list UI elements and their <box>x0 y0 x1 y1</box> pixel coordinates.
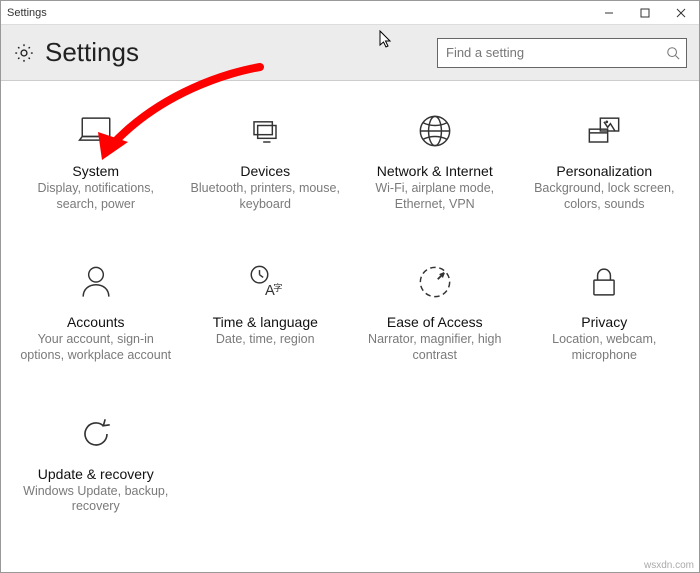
tile-title: Ease of Access <box>387 314 483 330</box>
window-title: Settings <box>7 7 47 19</box>
devices-icon <box>243 109 287 153</box>
tile-desc: Wi-Fi, airplane mode, Ethernet, VPN <box>358 181 512 212</box>
window-controls <box>591 1 699 24</box>
gear-icon <box>13 42 35 64</box>
search-icon <box>666 46 680 60</box>
person-icon <box>74 260 118 304</box>
tile-title: System <box>72 163 119 179</box>
tile-system[interactable]: System Display, notifications, search, p… <box>15 109 177 212</box>
laptop-icon <box>74 109 118 153</box>
tile-devices[interactable]: Devices Bluetooth, printers, mouse, keyb… <box>185 109 347 212</box>
time-language-icon: A 字 <box>243 260 287 304</box>
titlebar: Settings <box>1 1 699 25</box>
lock-icon <box>582 260 626 304</box>
tile-privacy[interactable]: Privacy Location, webcam, microphone <box>524 260 686 363</box>
tile-update-recovery[interactable]: Update & recovery Windows Update, backup… <box>15 412 177 515</box>
settings-window: Settings Settings <box>0 0 700 573</box>
tile-title: Update & recovery <box>38 466 154 482</box>
personalization-icon <box>582 109 626 153</box>
tile-personalization[interactable]: Personalization Background, lock screen,… <box>524 109 686 212</box>
update-icon <box>74 412 118 456</box>
tile-accounts[interactable]: Accounts Your account, sign-in options, … <box>15 260 177 363</box>
tile-title: Privacy <box>581 314 627 330</box>
globe-icon <box>413 109 457 153</box>
tile-desc: Background, lock screen, colors, sounds <box>528 181 682 212</box>
ease-of-access-icon <box>413 260 457 304</box>
content-area: System Display, notifications, search, p… <box>1 81 699 572</box>
page-title: Settings <box>45 37 139 68</box>
category-grid: System Display, notifications, search, p… <box>15 109 685 515</box>
tile-desc: Date, time, region <box>216 332 315 348</box>
search-input[interactable] <box>438 39 686 67</box>
search-input-wrapper[interactable] <box>437 38 687 68</box>
tile-title: Time & language <box>213 314 318 330</box>
tile-title: Network & Internet <box>377 163 493 179</box>
tile-desc: Narrator, magnifier, high contrast <box>358 332 512 363</box>
header-left: Settings <box>13 37 139 68</box>
minimize-button[interactable] <box>591 1 627 24</box>
tile-desc: Location, webcam, microphone <box>528 332 682 363</box>
tile-title: Personalization <box>556 163 652 179</box>
tile-title: Accounts <box>67 314 125 330</box>
tile-time-language[interactable]: A 字 Time & language Date, time, region <box>185 260 347 363</box>
tile-desc: Bluetooth, printers, mouse, keyboard <box>189 181 343 212</box>
header: Settings <box>1 25 699 81</box>
tile-desc: Display, notifications, search, power <box>19 181 173 212</box>
tile-ease-of-access[interactable]: Ease of Access Narrator, magnifier, high… <box>354 260 516 363</box>
maximize-button[interactable] <box>627 1 663 24</box>
tile-title: Devices <box>240 163 290 179</box>
tile-desc: Your account, sign-in options, workplace… <box>19 332 173 363</box>
close-button[interactable] <box>663 1 699 24</box>
svg-text:字: 字 <box>274 282 283 293</box>
tile-desc: Windows Update, backup, recovery <box>19 484 173 515</box>
tile-network[interactable]: Network & Internet Wi-Fi, airplane mode,… <box>354 109 516 212</box>
watermark: wsxdn.com <box>644 560 694 571</box>
